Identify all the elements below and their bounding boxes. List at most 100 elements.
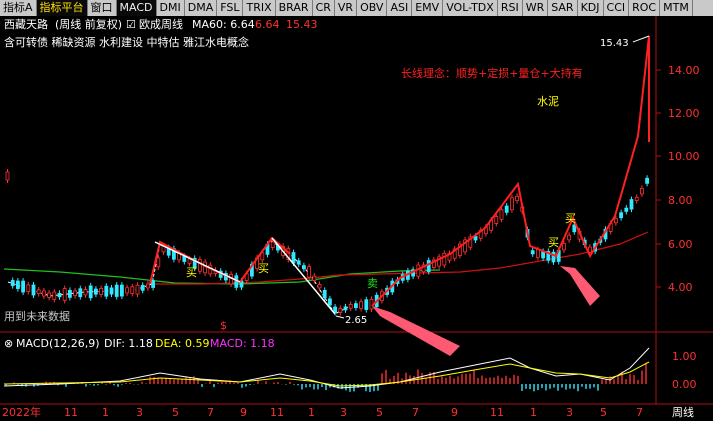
candle [130,286,135,294]
price-a: 6.64 [255,18,280,31]
tab-sar[interactable]: SAR [548,0,578,16]
time-tick-label: 11 [64,406,78,419]
tab-指标a[interactable]: 指标A [0,0,37,16]
price-tick-label: 14.00 [668,64,700,77]
candle [62,288,67,301]
tab-指标平台[interactable]: 指标平台 [36,0,88,16]
tab-mtm[interactable]: MTM [660,0,693,16]
chart-mode: (周线 前复权) [55,17,122,31]
sell-mark-icon: 卖 [367,277,378,290]
buy-mark-icon: 买 [186,266,197,279]
candle [562,243,566,251]
tab-cr[interactable]: CR [313,0,335,16]
ma60-label: MA60: 6.64 [192,18,255,31]
indicator-checkbox-icon[interactable]: ☑ [126,18,136,31]
candle [327,298,332,306]
tab-asi[interactable]: ASI [387,0,413,16]
low-price-label: 2.65 [345,315,367,326]
arrow-icon [372,306,460,356]
price-axis: 14.00 12.00 10.00 8.00 6.00 4.00 [656,64,700,294]
candle [614,218,618,224]
tab-emv[interactable]: EMV [412,0,444,16]
candle [52,291,57,300]
indicator-tabbar: 指标A 指标平台 窗口 MACD DMI DMA FSL TRIX BRAR CR VR OBV ASI… [0,0,713,16]
macd-histogram [5,363,647,392]
tab-rsi[interactable]: RSI [498,0,523,16]
candle [135,284,140,295]
tab-cci[interactable]: CCI [604,0,630,16]
time-tick-label: 2022年 [2,405,41,419]
candle [36,289,41,294]
candle [10,280,15,287]
candle [120,284,124,297]
macd-close-icon[interactable]: ⊗ [4,337,13,350]
tab-窗口[interactable]: 窗口 [88,0,117,16]
price-tick-label: 10.00 [668,150,700,163]
candle [57,292,62,298]
candle [94,288,98,295]
candle [301,265,306,270]
s-mark: $ [220,319,227,332]
candle [26,284,31,293]
tab-fsl[interactable]: FSL [217,0,244,16]
candle [499,209,504,220]
candle [73,290,77,297]
candle [125,287,129,294]
high-price-label: 15.43 [600,38,629,49]
candle [504,205,509,213]
candle [140,284,145,291]
candle [21,280,26,293]
macd-dif: DIF: 1.18 [104,337,153,350]
chart-area[interactable]: 西藏天路 (周线 前复权) ☑ 欧成周线 MA60: 6.64 6.64 15.… [0,16,713,421]
high-marker-line [632,35,650,43]
tab-vr[interactable]: VR [335,0,358,16]
candle [104,285,109,297]
strategy-note: 长线理念：顺势+定损+量仓+大持有 [401,66,583,80]
tab-obv[interactable]: OBV [357,0,388,16]
buy-mark-icon: 买 [258,262,269,275]
tab-vol-tdx[interactable]: VOL-TDX [443,0,498,16]
macd-axis: 1.00 0.00 [672,350,697,391]
candle [619,212,623,219]
candle [426,260,431,272]
time-tick-label: 11 [270,406,284,419]
period-label[interactable]: 周线 [672,405,694,419]
time-tick-label: 5 [172,406,179,419]
buy-mark-icon: 买 [565,212,576,225]
tab-kdj[interactable]: KDJ [578,0,604,16]
time-tick-label: 7 [636,406,643,419]
candle [312,275,317,281]
candle [530,250,535,255]
tab-roc[interactable]: ROC [629,0,661,16]
down-leg-1 [154,241,241,283]
time-tick-label: 3 [566,406,573,419]
time-tick-label: 1 [102,406,109,419]
macd-label: MACD(12,26,9) [16,337,100,350]
candle [645,177,649,184]
candle [88,285,93,299]
indicator-name: 欧成周线 [139,17,183,31]
candle [145,283,150,289]
tab-brar[interactable]: BRAR [276,0,313,16]
time-tick-label: 9 [240,406,247,419]
time-tick-label: 11 [490,406,504,419]
candle [156,257,161,268]
tab-macd[interactable]: MACD [116,0,157,16]
tab-dma[interactable]: DMA [185,0,218,16]
time-tick-label: 1 [530,406,537,419]
buy-mark-icon: 买 [548,236,559,249]
candle [182,255,187,262]
candle [270,241,275,248]
macd-tick-label: 1.00 [672,350,697,363]
candle [494,216,499,224]
candle [31,284,36,296]
candle [442,252,447,266]
sector-label: 水泥 [537,95,559,108]
candle [114,284,119,297]
candle [5,171,10,181]
tab-trix[interactable]: TRIX [243,0,276,16]
tab-wr[interactable]: WR [523,0,549,16]
price-b: 15.43 [286,18,318,31]
tab-dmi[interactable]: DMI [157,0,185,16]
candle [187,258,192,264]
